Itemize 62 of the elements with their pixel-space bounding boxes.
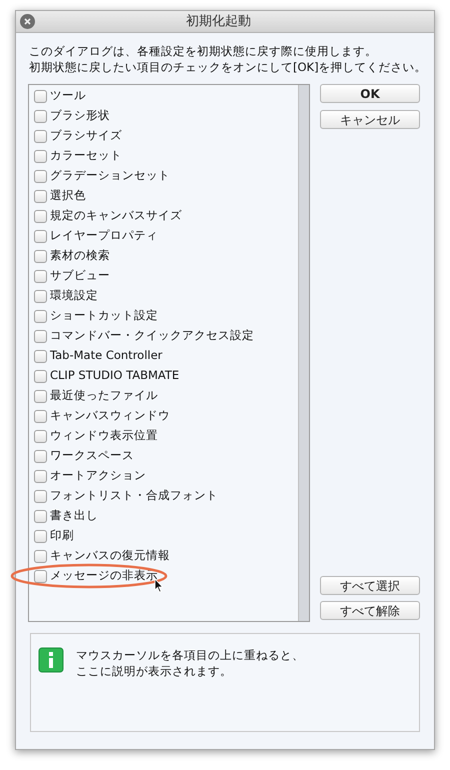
select-all-button[interactable]: すべて選択: [320, 576, 420, 595]
item-label: Tab-Mate Controller: [50, 347, 162, 364]
item-label: キャンバスの復元情報: [50, 547, 170, 564]
window-title: 初期化起動: [186, 12, 251, 31]
item-label: レイヤープロパティ: [50, 227, 158, 244]
scrollbar[interactable]: [298, 85, 309, 621]
item-label: ブラシ形状: [50, 107, 110, 124]
checkbox[interactable]: [34, 350, 47, 362]
item-label: ワークスペース: [50, 447, 134, 464]
checkbox[interactable]: [34, 450, 47, 462]
checkbox[interactable]: [34, 230, 47, 242]
checkbox[interactable]: [34, 110, 47, 122]
instruction-text: 初期状態に戻したい項目のチェックをオンにして[OK]を押してください。: [29, 59, 421, 75]
ok-button[interactable]: OK: [320, 84, 420, 103]
item-label: コマンドバー・クイックアクセス設定: [50, 327, 254, 344]
item-label: 最近使ったファイル: [50, 387, 158, 404]
item-label: 環境設定: [50, 287, 98, 304]
checkbox[interactable]: [34, 210, 47, 222]
info-text: マウスカーソルを各項目の上に重ねると、: [76, 647, 304, 663]
checkbox[interactable]: [34, 330, 47, 342]
checkbox[interactable]: [34, 470, 47, 482]
checkbox[interactable]: [34, 550, 47, 562]
checkbox[interactable]: [34, 390, 47, 402]
close-button[interactable]: [20, 14, 35, 29]
item-label: ショートカット設定: [50, 307, 158, 324]
checkbox[interactable]: [34, 410, 47, 422]
item-label: サブビュー: [50, 267, 110, 284]
checkbox[interactable]: [34, 90, 47, 102]
item-label: 書き出し: [50, 507, 98, 524]
item-label: オートアクション: [50, 467, 146, 484]
item-label: ウィンドウ表示位置: [50, 427, 158, 444]
item-label: キャンバスウィンドウ: [50, 407, 170, 424]
checkbox[interactable]: [34, 570, 47, 582]
clear-all-button[interactable]: すべて解除: [320, 601, 420, 620]
item-label: 素材の検索: [50, 247, 110, 264]
checkbox[interactable]: [34, 150, 47, 162]
checkbox[interactable]: [34, 370, 47, 382]
cancel-button[interactable]: キャンセル: [320, 110, 420, 129]
info-text: ここに説明が表示されます。: [76, 663, 233, 679]
instruction-text: このダイアログは、各種設定を初期状態に戻す際に使用します。: [29, 43, 378, 59]
checkbox[interactable]: [34, 310, 47, 322]
checkbox[interactable]: [34, 510, 47, 522]
item-label: ブラシサイズ: [50, 127, 122, 144]
item-label: 規定のキャンバスサイズ: [50, 207, 182, 224]
item-label: グラデーションセット: [50, 167, 170, 184]
info-icon: [38, 647, 64, 673]
item-label: ツール: [50, 87, 86, 104]
item-label: 選択色: [50, 187, 86, 204]
item-label: 印刷: [50, 527, 74, 544]
checkbox[interactable]: [34, 130, 47, 142]
checkbox[interactable]: [34, 170, 47, 182]
checkbox[interactable]: [34, 290, 47, 302]
checkbox[interactable]: [34, 490, 47, 502]
item-label: フォントリスト・合成フォント: [50, 487, 218, 504]
checkbox[interactable]: [34, 250, 47, 262]
checkbox[interactable]: [34, 190, 47, 202]
close-icon: [24, 18, 31, 25]
checkbox[interactable]: [34, 430, 47, 442]
checkbox[interactable]: [34, 530, 47, 542]
item-label: CLIP STUDIO TABMATE: [50, 367, 180, 384]
item-label: カラーセット: [50, 147, 122, 164]
checkbox[interactable]: [34, 270, 47, 282]
